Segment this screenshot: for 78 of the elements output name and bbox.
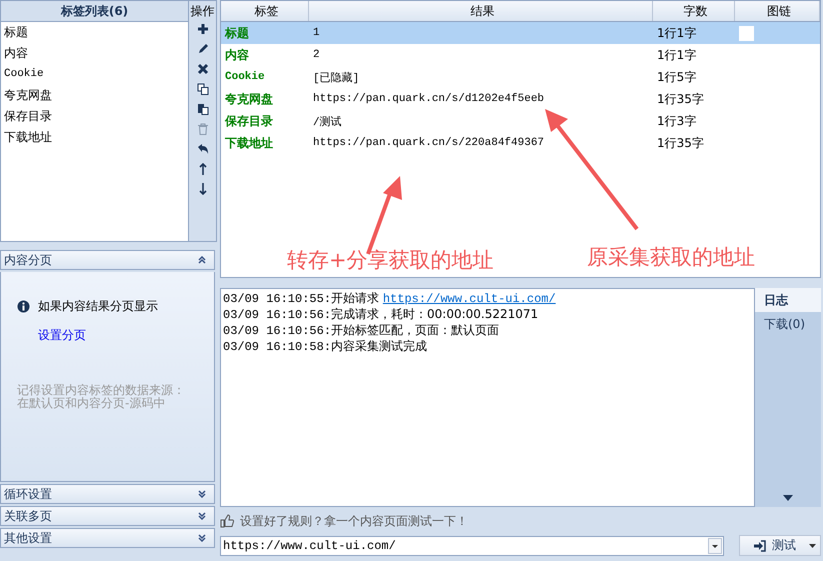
log-line: 03/09 16:10:56:开始标签匹配，页面：默认页面 [223, 322, 500, 338]
tag-list-item[interactable]: Cookie [1, 64, 188, 85]
tag-cell-text: 标题 [224, 24, 250, 42]
copy-icon[interactable] [196, 83, 208, 95]
column-header[interactable]: 图链 [735, 1, 820, 21]
column-header[interactable]: 字数 [653, 1, 735, 21]
expand-icon[interactable] [198, 534, 206, 542]
url-field[interactable]: https://www.cult-ui.com/ [220, 536, 724, 556]
count-cell-text: 1行1字 [656, 46, 698, 64]
settings-link[interactable]: 设置分页 [38, 327, 86, 344]
accordion-header[interactable]: 循环设置 [0, 484, 215, 504]
result-cell-text: /测试 [312, 115, 343, 128]
collapse-icon[interactable] [198, 256, 206, 264]
tag-cell-text: 内容 [224, 46, 250, 64]
paste-icon[interactable] [196, 103, 208, 115]
tag-list-item[interactable]: 夸克网盘 [1, 85, 188, 106]
url-value: https://www.cult-ui.com/ [223, 538, 396, 552]
count-cell-text: 1行5字 [656, 68, 698, 86]
add-icon[interactable] [196, 23, 208, 35]
result-cell-text: 1 [312, 27, 321, 39]
log-tab[interactable]: 日志 [755, 288, 821, 312]
section-title: 循环设置 [4, 486, 52, 502]
result-cell-text: [已隐藏] [312, 70, 360, 84]
toolbar-title: 操作 [190, 3, 214, 20]
expand-icon[interactable] [198, 512, 206, 520]
table-row[interactable]: 标题 1 1行1字 [221, 22, 820, 44]
count-cell-text: 1行3字 [656, 112, 698, 130]
tag-list-item[interactable]: 标题 [1, 22, 188, 43]
info-icon [17, 300, 30, 313]
result-cell-text: 2 [312, 49, 321, 61]
test-button[interactable]: 测试 [739, 535, 821, 556]
accordion-header[interactable]: 内容分页 [0, 250, 215, 270]
tag-list-item[interactable]: 保存目录 [1, 106, 188, 127]
table-row[interactable]: Cookie [已隐藏] 1行5字 [221, 66, 820, 88]
tag-list-item[interactable]: 内容 [1, 43, 188, 64]
result-cell-text: https://pan.quark.cn/s/220a84f49367 [312, 137, 546, 149]
note-text: 记得设置内容标签的数据来源： [17, 384, 186, 397]
table-row[interactable]: 下载地址 https://pan.quark.cn/s/220a84f49367 1行35字 [221, 132, 820, 154]
result-cell-text: https://pan.quark.cn/s/d1202e4f5eeb [312, 93, 546, 105]
count-cell-text: 1行35字 [656, 90, 705, 108]
accordion-header[interactable]: 其他设置 [0, 528, 215, 548]
expand-icon[interactable] [198, 490, 206, 498]
pencil-icon[interactable] [196, 43, 208, 55]
section-title: 其他设置 [4, 530, 52, 546]
section-title: 关联多页 [4, 508, 52, 524]
hint-text: 设置好了规则？拿一个内容页面测试一下！ [240, 512, 468, 530]
log-tab[interactable]: 下载(0) [755, 312, 821, 336]
count-cell-text: 1行1字 [656, 24, 698, 42]
table-row[interactable]: 夸克网盘 https://pan.quark.cn/s/d1202e4f5eeb 1行35字 [221, 88, 820, 110]
login-icon [754, 540, 766, 552]
delete-icon[interactable] [196, 63, 208, 75]
tag-cell-text: 下载地址 [224, 134, 274, 152]
tag-list-item[interactable]: 下载地址 [1, 127, 188, 148]
annotation-text: 转存+分享获取的地址 [287, 247, 494, 274]
log-line: 03/09 16:10:56:完成请求，耗时：00:00:00.5221071 [223, 306, 540, 322]
column-header[interactable]: 结果 [309, 1, 653, 21]
accordion-header[interactable]: 关联多页 [0, 506, 215, 526]
section-title: 内容分页 [4, 252, 52, 268]
undo-icon[interactable] [196, 143, 208, 155]
tag-cell-text: Cookie [224, 71, 266, 83]
column-header[interactable]: 标签 [221, 1, 309, 21]
list-header: 标签列表(6) [1, 1, 188, 22]
caret-icon[interactable] [809, 544, 816, 548]
log-link[interactable]: https://www.cult-ui.com/ [382, 292, 556, 306]
log-line: 03/09 16:10:55:开始请求 https://www.cult-ui.com/ [223, 290, 557, 306]
arrow-up-icon[interactable] [198, 163, 206, 175]
info-text: 如果内容结果分页显示 [38, 298, 158, 315]
log-line: 03/09 16:10:58:内容采集测试完成 [223, 338, 428, 354]
tag-cell-text: 夸克网盘 [224, 90, 274, 108]
tag-cell-text: 保存目录 [224, 112, 274, 130]
annotation-text: 原采集获取的地址 [587, 244, 755, 271]
count-cell-text: 1行35字 [656, 134, 705, 152]
arrow-down-icon[interactable] [198, 183, 206, 195]
note-text: 在默认页和内容分页-源码中 [17, 397, 166, 410]
table-row[interactable]: 内容 2 1行1字 [221, 44, 820, 66]
table-row[interactable]: 保存目录 /测试 1行3字 [221, 110, 820, 132]
thumbs-up-icon [220, 514, 234, 528]
dropdown-arrow-icon[interactable] [783, 495, 793, 501]
